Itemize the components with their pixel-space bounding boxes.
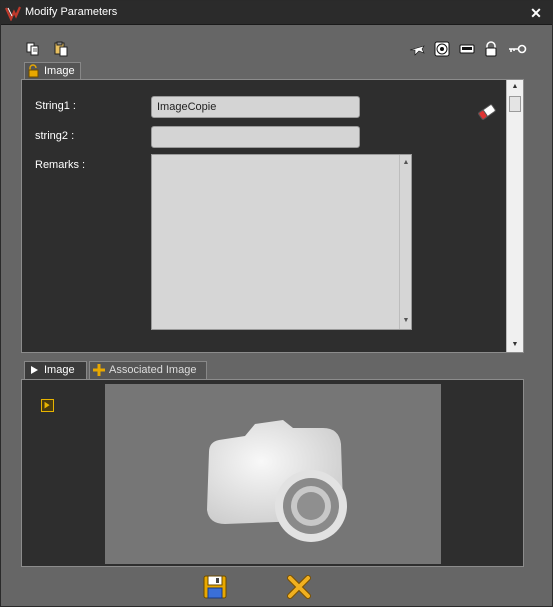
panel-scrollbar[interactable]: ▲ ▼ (506, 80, 523, 352)
modify-parameters-window: Modify Parameters ✕ Image String1 : Imag… (0, 0, 553, 607)
parameters-panel: String1 : ImageCopie string2 : Remarks :… (21, 79, 524, 353)
scroll-up-arrow-icon[interactable]: ▲ (400, 157, 412, 169)
image-preview (105, 384, 441, 564)
eraser-icon[interactable] (476, 101, 498, 123)
title-bar: Modify Parameters ✕ (1, 1, 552, 25)
remarks-scrollbar[interactable]: ▲ ▼ (399, 155, 411, 329)
remarks-textarea[interactable]: ▲ ▼ (151, 154, 412, 330)
small-play-icon (44, 401, 50, 409)
string2-input[interactable] (151, 126, 360, 148)
tab-image-label: Image (44, 65, 75, 78)
tab-bottom-image-label: Image (44, 364, 75, 377)
window-title: Modify Parameters (25, 6, 118, 18)
tab-associated-image[interactable]: Associated Image (89, 361, 207, 379)
paste-icon[interactable] (53, 41, 69, 57)
app-logo-icon (4, 5, 22, 22)
scroll-down-arrow-icon[interactable]: ▼ (400, 315, 412, 327)
string2-label: string2 : (35, 130, 75, 142)
string1-input[interactable]: ImageCopie (151, 96, 360, 118)
disc-icon[interactable] (434, 41, 450, 57)
badge-icon[interactable] (459, 41, 475, 57)
camera-placeholder-icon (207, 420, 347, 542)
plane-icon[interactable] (409, 41, 425, 57)
remarks-label: Remarks : (35, 159, 86, 171)
unlock-icon (27, 64, 41, 78)
tab-associated-image-label: Associated Image (109, 364, 197, 377)
key-icon[interactable] (507, 41, 527, 57)
panel-scroll-thumb[interactable] (509, 96, 521, 112)
tab-bottom-image[interactable]: Image (24, 361, 87, 379)
image-preview-panel (21, 379, 524, 567)
tab-image[interactable]: Image (24, 62, 81, 80)
string1-label: String1 : (35, 100, 76, 112)
close-button[interactable]: ✕ (528, 4, 544, 22)
cancel-icon (287, 575, 311, 599)
panel-scroll-up-icon[interactable]: ▲ (509, 81, 521, 93)
plus-icon (92, 363, 106, 377)
cancel-button[interactable] (286, 574, 312, 600)
small-play-button[interactable] (41, 399, 54, 412)
save-icon (203, 575, 227, 599)
play-icon (27, 363, 41, 377)
save-button[interactable] (202, 574, 228, 600)
copy-icon[interactable] (25, 41, 41, 57)
panel-scroll-down-icon[interactable]: ▼ (509, 339, 521, 351)
lock-icon[interactable] (483, 41, 499, 57)
